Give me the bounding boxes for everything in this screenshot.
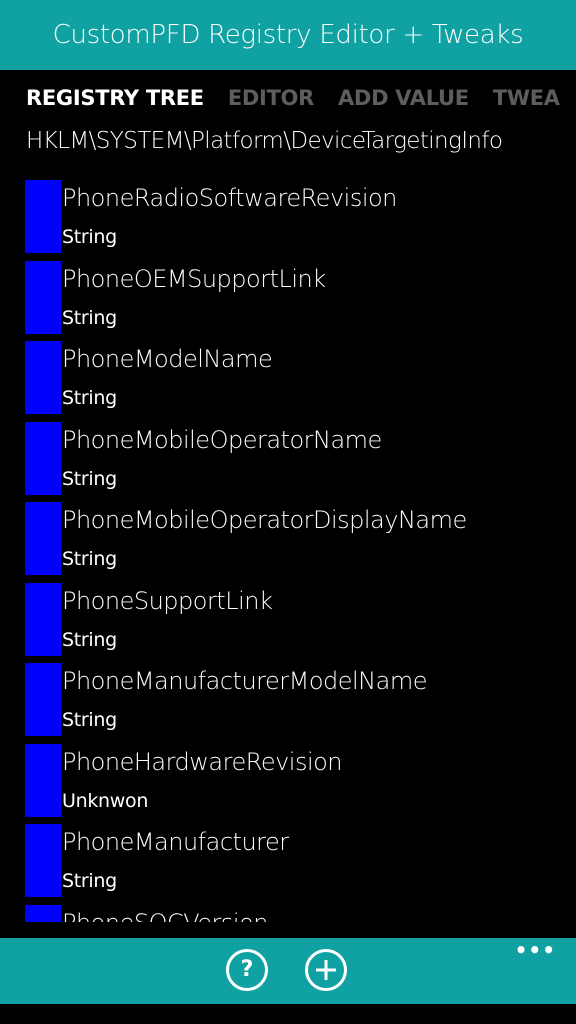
list-item[interactable]: PhoneSOCVersion — [25, 904, 576, 923]
value-name: PhoneSupportLink — [62, 586, 273, 615]
value-type-tile — [25, 663, 61, 736]
value-name: PhoneModelName — [62, 345, 273, 373]
registry-value-list[interactable]: PhoneRadioSoftwareRevision String PhoneO… — [25, 180, 576, 922]
value-type-tile — [25, 502, 61, 575]
value-type-tile — [25, 341, 61, 414]
value-name: PhoneManufacturer — [62, 828, 289, 856]
value-type: String — [62, 548, 117, 570]
value-name: PhoneMobileOperatorName — [62, 425, 382, 454]
system-nav-bar — [0, 1004, 576, 1024]
value-name: PhoneManufacturerModelName — [62, 667, 428, 695]
value-type-tile — [25, 904, 61, 922]
app-bar: ? ••• — [0, 938, 576, 1004]
pivot-header: REGISTRY TREE EDITOR ADD VALUE TWEA — [26, 86, 576, 120]
value-type-tile — [25, 180, 61, 253]
value-name: PhoneOEMSupportLink — [62, 264, 326, 293]
list-item[interactable]: PhoneRadioSoftwareRevision String — [25, 180, 576, 261]
app-title: CustomPFD Registry Editor + Tweaks — [52, 20, 524, 50]
more-options-button[interactable]: ••• — [515, 938, 556, 962]
value-name: PhoneSOCVersion — [62, 909, 268, 923]
help-icon: ? — [240, 957, 254, 982]
value-type-tile — [25, 824, 61, 897]
registry-path: HKLM\SYSTEM\Platform\DeviceTargetingInfo — [26, 128, 503, 154]
list-item[interactable]: PhoneOEMSupportLink String — [25, 260, 576, 342]
value-type: String — [62, 387, 117, 409]
help-button[interactable]: ? — [226, 949, 268, 991]
value-name: PhoneHardwareRevision — [62, 747, 343, 776]
title-bar: CustomPFD Registry Editor + Tweaks — [0, 0, 576, 70]
value-type: String — [62, 709, 117, 731]
value-type: String — [62, 226, 117, 248]
pivot-tab-tweaks[interactable]: TWEA — [493, 86, 560, 110]
pivot-tab-editor[interactable]: EDITOR — [228, 86, 314, 110]
value-name: PhoneMobileOperatorDisplayName — [62, 506, 467, 534]
value-name: PhoneRadioSoftwareRevision — [62, 184, 397, 212]
list-item[interactable]: PhoneModelName String — [25, 341, 576, 422]
value-type-tile — [25, 260, 61, 334]
pivot-tab-add-value[interactable]: ADD VALUE — [338, 86, 469, 110]
add-button[interactable] — [305, 949, 347, 991]
list-item[interactable]: PhoneMobileOperatorName String — [25, 421, 576, 503]
pivot-tab-registry-tree[interactable]: REGISTRY TREE — [26, 86, 204, 110]
value-type: String — [62, 467, 117, 490]
value-type: String — [62, 628, 117, 651]
list-item[interactable]: PhoneHardwareRevision Unknwon — [25, 743, 576, 825]
value-type: Unknwon — [62, 789, 149, 812]
value-type: String — [62, 870, 117, 892]
value-type-tile — [25, 743, 61, 817]
list-item[interactable]: PhoneMobileOperatorDisplayName String — [25, 502, 576, 583]
value-type: String — [62, 306, 117, 329]
value-type-tile — [25, 582, 61, 656]
value-type-tile — [25, 421, 61, 495]
list-item[interactable]: PhoneSupportLink String — [25, 582, 576, 664]
list-item[interactable]: PhoneManufacturer String — [25, 824, 576, 905]
list-item[interactable]: PhoneManufacturerModelName String — [25, 663, 576, 744]
add-icon — [316, 960, 336, 980]
